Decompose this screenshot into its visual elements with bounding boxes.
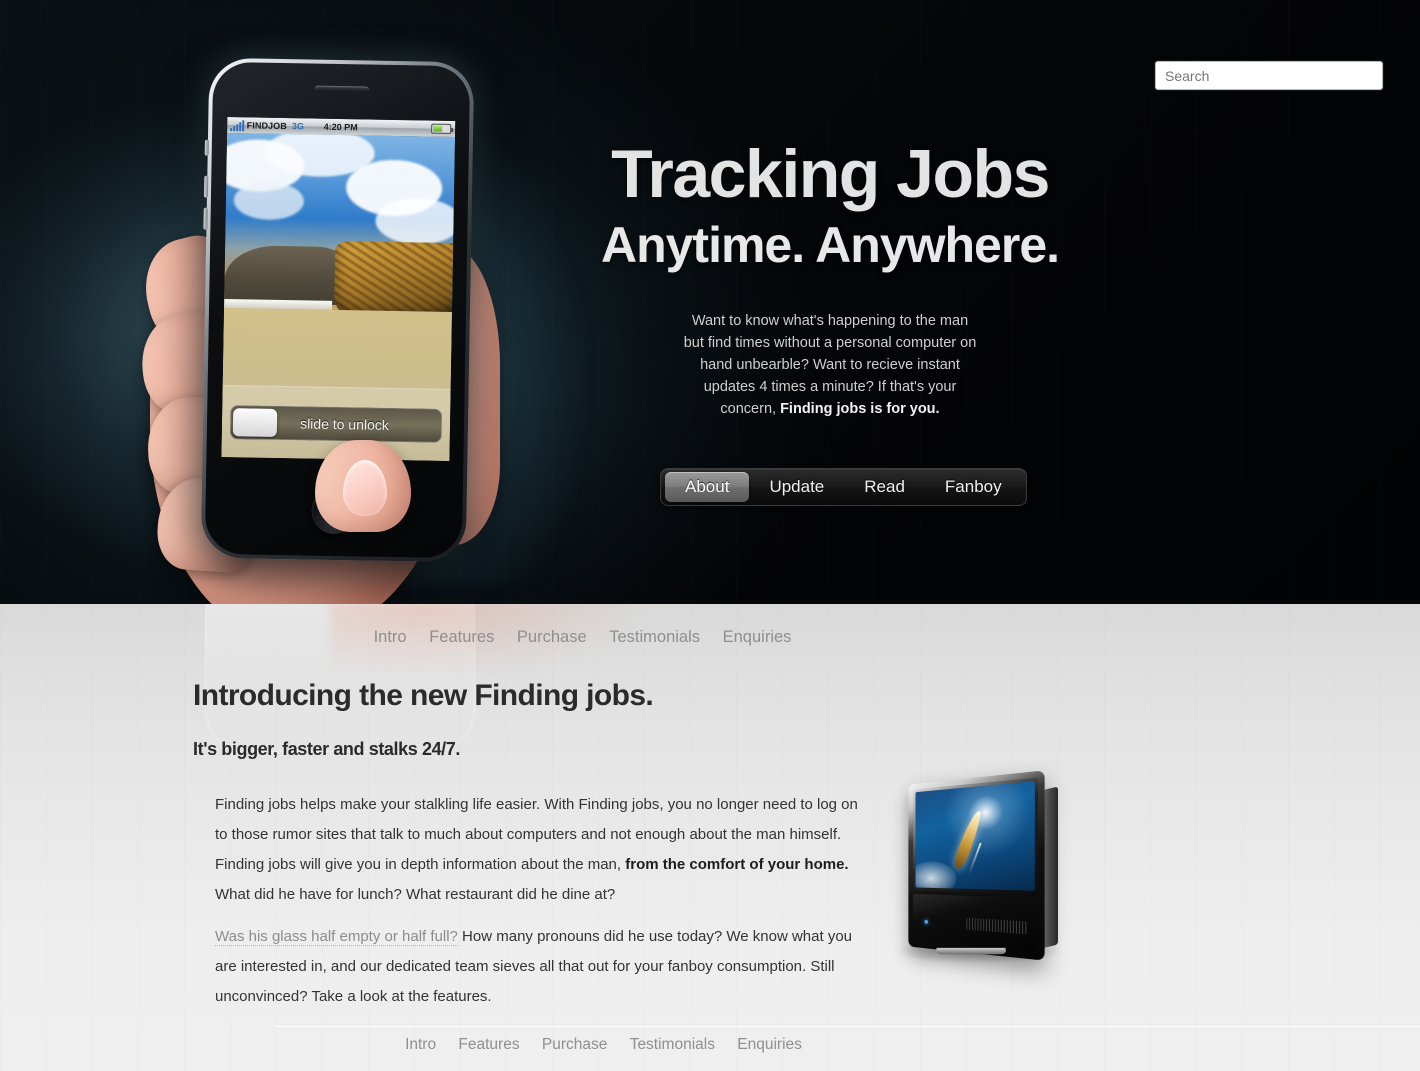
body-paragraph-1: Finding jobs helps make your stalkling l… [193, 790, 858, 910]
footer-nav-item-purchase[interactable]: Purchase [542, 1036, 607, 1053]
page-subtitle: It's bigger, faster and stalks 24/7. [193, 739, 460, 759]
footer-nav-item-enquiries[interactable]: Enquiries [737, 1036, 802, 1053]
footer-nav: Intro Features Purchase Testimonials Enq… [0, 1036, 1420, 1054]
cloud-5 [233, 181, 304, 221]
hero-paragraph: Want to know what's happening to the man… [681, 310, 979, 420]
hero-tab-bar: About Update Read Fanboy [660, 468, 1027, 506]
thumb-nail [343, 460, 387, 516]
tv-lower-panel [913, 893, 1039, 953]
glass-half-empty-link[interactable]: Was his glass half empty or half full? [215, 928, 458, 946]
footer-nav-item-features[interactable]: Features [458, 1036, 519, 1053]
signal-strength-icon [229, 119, 244, 131]
feather-icon [951, 809, 985, 872]
tv-screen-cloud [915, 861, 957, 891]
nav-item-enquiries[interactable]: Enquiries [723, 628, 792, 646]
footer-nav-item-testimonials[interactable]: Testimonials [630, 1036, 715, 1053]
cloud-4 [374, 197, 455, 246]
lockscreen-wallpaper: slide to unlock [220, 133, 455, 461]
ringer-switch [204, 139, 209, 156]
status-clock: 4:20 PM [323, 121, 358, 133]
page-title: Introducing the new Finding jobs. [193, 679, 654, 712]
volume-up-button [203, 175, 209, 198]
hero-subheadline: Anytime. Anywhere. [600, 217, 1060, 273]
thumb-tip [315, 440, 411, 532]
tab-read[interactable]: Read [844, 472, 925, 502]
speaker-grille [966, 917, 1028, 935]
tv-body [908, 770, 1045, 961]
content-section: Intro Features Purchase Testimonials Enq… [0, 604, 1420, 1071]
nav-item-purchase[interactable]: Purchase [517, 628, 587, 646]
nav-item-testimonials[interactable]: Testimonials [609, 628, 700, 646]
network-type-label: 3G [291, 121, 305, 132]
hero-section: FINDJOB 3G 4:20 PM [0, 0, 1420, 604]
body-column: Finding jobs helps make your stalkling l… [193, 790, 858, 1012]
primary-nav: Intro Features Purchase Testimonials Enq… [0, 628, 1420, 647]
tab-fanboy[interactable]: Fanboy [925, 472, 1022, 502]
body-p1-bold: from the comfort of your home. [625, 856, 849, 873]
body-paragraph-2: Was his glass half empty or half full? H… [193, 922, 858, 1012]
slider-knob[interactable] [232, 408, 277, 437]
slide-to-unlock-control[interactable]: slide to unlock [229, 405, 442, 443]
nav-item-intro[interactable]: Intro [374, 628, 407, 646]
phone-screen: FINDJOB 3G 4:20 PM slide to unlock [220, 117, 455, 461]
footer-nav-item-intro[interactable]: Intro [405, 1036, 436, 1053]
body-p1-part-b: What did he have for lunch? What restaur… [215, 886, 616, 903]
log-pile-structure [333, 240, 455, 322]
hero-headline: Tracking Jobs [611, 136, 1050, 212]
nav-item-features[interactable]: Features [429, 628, 494, 646]
battery-icon [430, 123, 451, 134]
tab-update[interactable]: Update [749, 472, 844, 502]
hero-copy: Tracking Jobs Anytime. Anywhere. Want to… [470, 0, 1190, 420]
volume-down-button [203, 207, 208, 230]
tv-bezel [913, 777, 1039, 895]
power-led-icon [924, 919, 928, 924]
search-input[interactable] [1155, 61, 1383, 90]
tab-about[interactable]: About [665, 472, 750, 502]
search-container [1155, 61, 1383, 90]
footer-divider [275, 1026, 1420, 1027]
carrier-label: FINDJOB [246, 120, 287, 132]
hero-paragraph-bold: Finding jobs is for you. [780, 401, 940, 417]
tv-screen [915, 781, 1035, 891]
television-illustration [880, 770, 1080, 985]
tv-stand [935, 947, 1007, 955]
earpiece-speaker [314, 85, 369, 93]
